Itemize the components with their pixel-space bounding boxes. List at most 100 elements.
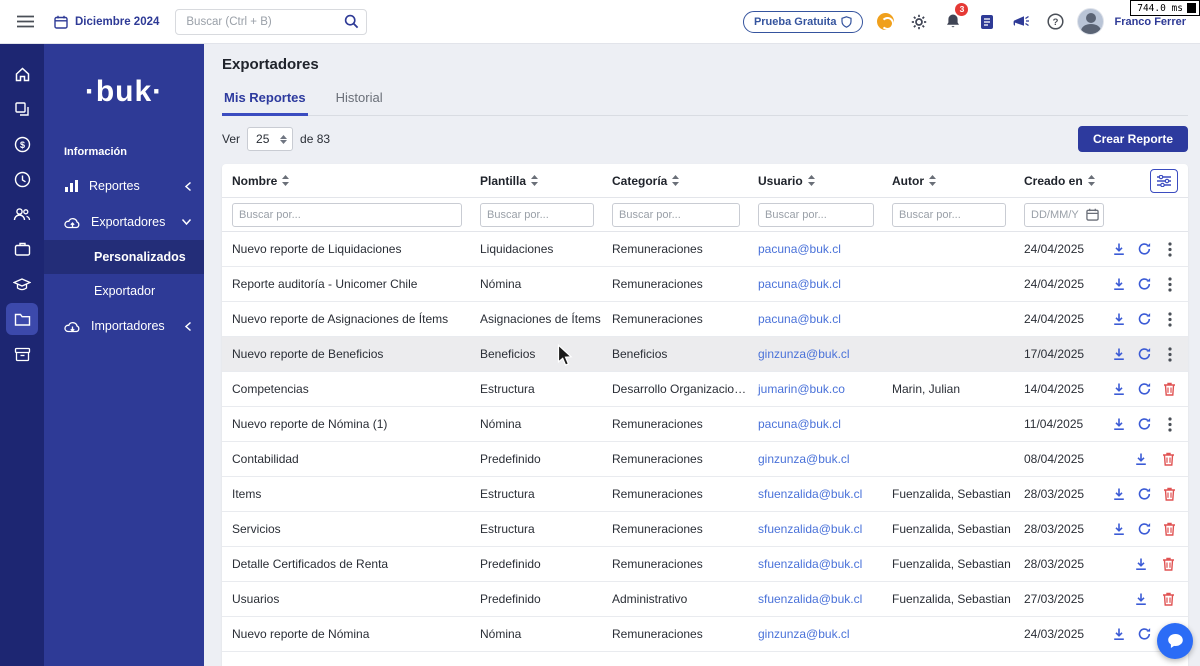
download-button[interactable] (1112, 626, 1126, 642)
cell-usuario-link[interactable]: pacuna@buk.cl (748, 417, 882, 431)
cell-usuario-link[interactable]: pacuna@buk.cl (748, 277, 882, 291)
table-row[interactable]: Nuevo reporte de Nómina Nómina Remunerac… (222, 617, 1188, 652)
delete-button[interactable] (1163, 521, 1176, 537)
download-button[interactable] (1112, 311, 1126, 327)
column-header-nombre[interactable]: Nombre (222, 174, 470, 188)
search-input[interactable] (175, 8, 368, 35)
hamburger-menu-button[interactable] (10, 7, 40, 37)
regenerate-button[interactable] (1137, 416, 1152, 432)
kebab-menu-button[interactable] (1163, 311, 1176, 327)
column-header-plantilla[interactable]: Plantilla (470, 174, 602, 188)
column-header-autor[interactable]: Autor (882, 174, 1014, 188)
regenerate-button[interactable] (1137, 626, 1152, 642)
table-row[interactable]: Servicios Estructura Remuneraciones sfue… (222, 512, 1188, 547)
announcements-button[interactable] (1009, 7, 1033, 37)
strip-item-people[interactable] (6, 198, 38, 230)
sidebar-item-exportadores[interactable]: Exportadores (44, 204, 204, 240)
settings-button[interactable] (907, 7, 931, 37)
strip-item-jobs[interactable] (6, 233, 38, 265)
strip-item-time[interactable] (6, 163, 38, 195)
strip-item-training[interactable] (6, 268, 38, 300)
buk-logo: ·buk· (84, 75, 164, 108)
regenerate-button[interactable] (1137, 346, 1152, 362)
regenerate-button[interactable] (1137, 241, 1152, 257)
chat-fab-button[interactable] (1157, 623, 1193, 659)
table-row[interactable]: Nuevo reporte de Liquidaciones Liquidaci… (222, 232, 1188, 267)
table-row[interactable]: Items Estructura Remuneraciones sfuenzal… (222, 477, 1188, 512)
sidebar-item-reportes[interactable]: Reportes (44, 168, 204, 204)
delete-button[interactable] (1163, 381, 1176, 397)
filter-plantilla-input[interactable] (480, 202, 594, 227)
download-button[interactable] (1133, 591, 1149, 607)
kebab-menu-button[interactable] (1163, 276, 1176, 292)
sidebar-item-importadores[interactable]: Importadores (44, 308, 204, 344)
tab-historial[interactable]: Historial (334, 83, 385, 115)
table-row[interactable]: Nuevo reporte de Nómina (1) Nómina Remun… (222, 407, 1188, 442)
delete-button[interactable] (1160, 451, 1176, 467)
regenerate-button[interactable] (1137, 311, 1152, 327)
delete-button[interactable] (1163, 486, 1176, 502)
cell-usuario-link[interactable]: sfuenzalida@buk.cl (748, 487, 882, 501)
assistant-button[interactable] (873, 7, 897, 37)
create-report-button[interactable]: Crear Reporte (1077, 126, 1188, 152)
strip-item-modules[interactable] (6, 93, 38, 125)
strip-item-archive[interactable] (6, 338, 38, 370)
regenerate-button[interactable] (1137, 521, 1152, 537)
download-button[interactable] (1112, 486, 1126, 502)
filter-nombre-input[interactable] (232, 202, 462, 227)
column-header-categoria[interactable]: Categoría (602, 174, 748, 188)
strip-item-reports[interactable] (6, 303, 38, 335)
download-button[interactable] (1112, 381, 1126, 397)
cell-usuario-link[interactable]: ginzunza@buk.cl (748, 452, 882, 466)
table-row[interactable]: Contabilidad Predefinido Remuneraciones … (222, 442, 1188, 477)
column-header-usuario[interactable]: Usuario (748, 174, 882, 188)
cell-usuario-link[interactable]: sfuenzalida@buk.cl (748, 592, 882, 606)
table-row[interactable]: Reporte auditoría - Unicomer Chile Nómin… (222, 267, 1188, 302)
download-button[interactable] (1112, 416, 1126, 432)
kebab-menu-button[interactable] (1163, 241, 1176, 257)
user-name[interactable]: Franco Ferrer (1114, 16, 1186, 28)
table-row[interactable]: Usuarios Predefinido Administrativo sfue… (222, 582, 1188, 617)
cell-usuario-link[interactable]: pacuna@buk.cl (748, 242, 882, 256)
cell-usuario-link[interactable]: jumarin@buk.co (748, 382, 882, 396)
sidebar-item-exportador[interactable]: Exportador (44, 274, 204, 308)
table-row[interactable]: Nuevo reporte de Asignaciones de Ítems A… (222, 302, 1188, 337)
filter-autor-input[interactable] (892, 202, 1006, 227)
changelog-button[interactable] (975, 7, 999, 37)
strip-item-payments[interactable]: $ (6, 128, 38, 160)
user-avatar[interactable] (1077, 8, 1105, 35)
download-button[interactable] (1112, 241, 1126, 257)
cell-usuario-link[interactable]: ginzunza@buk.cl (748, 627, 882, 641)
kebab-menu-button[interactable] (1163, 416, 1176, 432)
delete-button[interactable] (1160, 591, 1176, 607)
period-selector[interactable]: Diciembre 2024 (54, 15, 159, 29)
regenerate-button[interactable] (1137, 276, 1152, 292)
filter-categoria-input[interactable] (612, 202, 740, 227)
tab-mis-reportes[interactable]: Mis Reportes (222, 83, 308, 116)
strip-item-home[interactable] (6, 58, 38, 90)
column-header-creado-en[interactable]: Creado en (1014, 174, 1112, 188)
download-button[interactable] (1133, 451, 1149, 467)
help-button[interactable]: ? (1043, 7, 1067, 37)
table-row[interactable]: Nuevo reporte de Beneficios Beneficios B… (222, 337, 1188, 372)
column-settings-button[interactable] (1150, 168, 1178, 193)
download-button[interactable] (1112, 276, 1126, 292)
kebab-menu-button[interactable] (1163, 346, 1176, 362)
download-button[interactable] (1112, 521, 1126, 537)
sidebar-item-personalizados[interactable]: Personalizados (44, 240, 204, 274)
page-size-select[interactable]: 25 (247, 127, 294, 151)
table-row[interactable]: Detalle Certificados de Renta Predefinid… (222, 547, 1188, 582)
download-button[interactable] (1133, 556, 1149, 572)
download-button[interactable] (1112, 346, 1126, 362)
trial-badge[interactable]: Prueba Gratuita (742, 10, 864, 33)
cell-usuario-link[interactable]: ginzunza@buk.cl (748, 347, 882, 361)
filter-date-input[interactable] (1024, 202, 1104, 227)
cell-usuario-link[interactable]: pacuna@buk.cl (748, 312, 882, 326)
filter-usuario-input[interactable] (758, 202, 874, 227)
cell-usuario-link[interactable]: sfuenzalida@buk.cl (748, 557, 882, 571)
delete-button[interactable] (1160, 556, 1176, 572)
table-row[interactable]: Competencias Estructura Desarrollo Organ… (222, 372, 1188, 407)
regenerate-button[interactable] (1137, 486, 1152, 502)
regenerate-button[interactable] (1137, 381, 1152, 397)
cell-usuario-link[interactable]: sfuenzalida@buk.cl (748, 522, 882, 536)
